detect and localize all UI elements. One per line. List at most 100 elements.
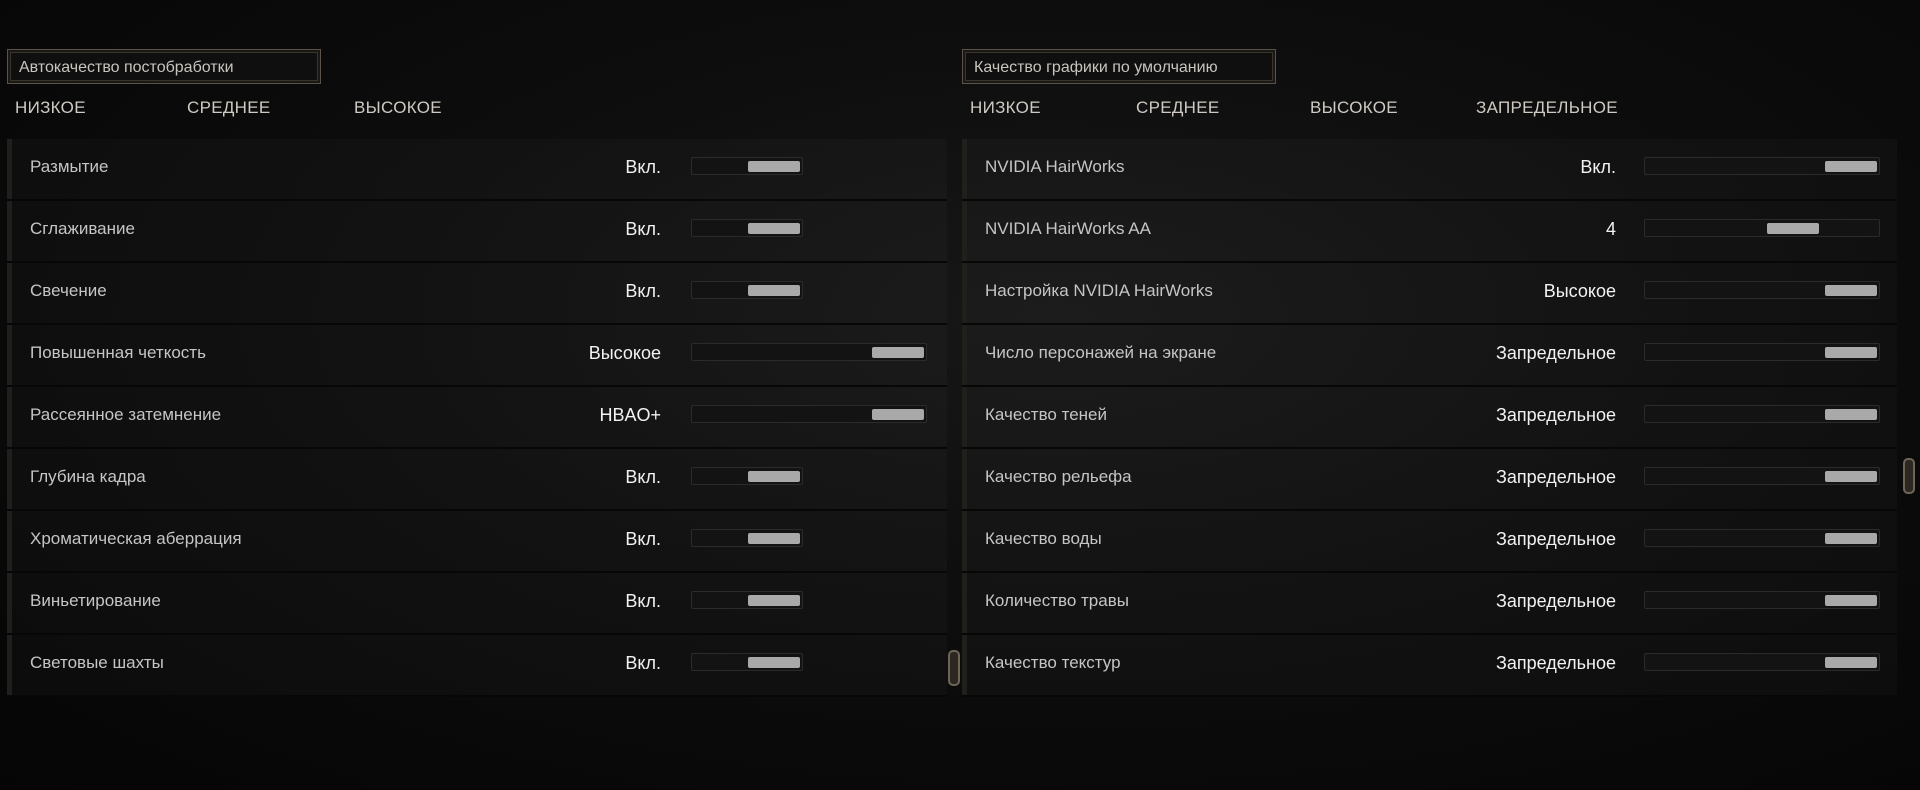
setting-slider[interactable]	[691, 157, 803, 175]
setting-slider[interactable]	[691, 591, 803, 609]
slider-handle[interactable]	[748, 161, 800, 172]
setting-label: Виньетирование	[30, 591, 161, 610]
setting-slider[interactable]	[691, 405, 927, 423]
setting-label: Качество воды	[985, 529, 1102, 548]
setting-row[interactable]: Световые шахты Вкл.	[7, 635, 947, 697]
slider-handle[interactable]	[872, 347, 924, 358]
setting-slider[interactable]	[1644, 591, 1880, 609]
setting-label: Число персонажей на экране	[985, 343, 1217, 362]
slider-handle[interactable]	[872, 409, 924, 420]
slider-handle[interactable]	[748, 285, 800, 296]
setting-slider[interactable]	[1644, 405, 1880, 423]
setting-label: Глубина кадра	[30, 467, 146, 486]
slider-handle[interactable]	[1825, 471, 1877, 482]
slider-handle[interactable]	[748, 657, 800, 668]
row-accent-bar	[962, 263, 967, 323]
setting-label: Сглаживание	[30, 219, 135, 238]
slider-handle[interactable]	[1825, 595, 1877, 606]
setting-slider[interactable]	[1644, 653, 1880, 671]
setting-row[interactable]: Свечение Вкл.	[7, 263, 947, 325]
setting-slider[interactable]	[1644, 343, 1880, 361]
slider-handle[interactable]	[1825, 657, 1877, 668]
setting-label: Качество текстур	[985, 653, 1121, 672]
setting-value: Вкл.	[625, 157, 661, 177]
setting-slider[interactable]	[1644, 157, 1880, 175]
setting-value: Запредельное	[1495, 529, 1616, 549]
slider-handle[interactable]	[1767, 223, 1819, 234]
setting-label: Световые шахты	[30, 653, 164, 672]
setting-label: Размытие	[30, 157, 109, 176]
setting-value: HBAO+	[599, 405, 661, 425]
preset-level-high[interactable]: ВЫСОКОЕ	[354, 98, 442, 118]
preset-level-ultra[interactable]: ЗАПРЕДЕЛЬНОЕ	[1476, 98, 1618, 118]
setting-value: Вкл.	[625, 653, 661, 673]
setting-value: Вкл.	[625, 281, 661, 301]
row-accent-bar	[7, 449, 12, 509]
setting-slider[interactable]	[1644, 281, 1880, 299]
setting-value: Высокое	[588, 343, 661, 363]
preset-level-medium[interactable]: СРЕДНЕЕ	[187, 98, 271, 118]
row-accent-bar	[7, 387, 12, 447]
preset-level-medium[interactable]: СРЕДНЕЕ	[1136, 98, 1220, 118]
setting-row[interactable]: Хроматическая аберрация Вкл.	[7, 511, 947, 573]
setting-row[interactable]: Качество текстур Запредельное	[962, 635, 1897, 697]
preset-level-low[interactable]: НИЗКОЕ	[15, 98, 86, 118]
setting-row[interactable]: NVIDIA HairWorks AA 4	[962, 201, 1897, 263]
slider-handle[interactable]	[748, 595, 800, 606]
preset-level-low[interactable]: НИЗКОЕ	[970, 98, 1041, 118]
row-accent-bar	[962, 635, 967, 695]
setting-value: Вкл.	[625, 219, 661, 239]
setting-slider[interactable]	[1644, 529, 1880, 547]
slider-handle[interactable]	[1825, 161, 1877, 172]
setting-row[interactable]: Рассеянное затемнение HBAO+	[7, 387, 947, 449]
setting-label: Качество рельефа	[985, 467, 1132, 486]
setting-slider[interactable]	[691, 343, 927, 361]
row-accent-bar	[962, 139, 967, 199]
setting-row[interactable]: Число персонажей на экране Запредельное	[962, 325, 1897, 387]
slider-handle[interactable]	[748, 533, 800, 544]
setting-row[interactable]: Повышенная четкость Высокое	[7, 325, 947, 387]
setting-slider[interactable]	[691, 467, 803, 485]
left-scrollbar-thumb[interactable]	[948, 650, 960, 686]
setting-value: Запредельное	[1495, 653, 1616, 673]
setting-row[interactable]: NVIDIA HairWorks Вкл.	[962, 139, 1897, 201]
row-accent-bar	[962, 511, 967, 571]
setting-row[interactable]: Качество теней Запредельное	[962, 387, 1897, 449]
row-accent-bar	[962, 201, 967, 261]
setting-value: Вкл.	[625, 467, 661, 487]
setting-label: NVIDIA HairWorks	[985, 157, 1125, 176]
setting-value: Высокое	[1543, 281, 1616, 301]
row-accent-bar	[7, 139, 12, 199]
setting-row[interactable]: Сглаживание Вкл.	[7, 201, 947, 263]
setting-row[interactable]: Количество травы Запредельное	[962, 573, 1897, 635]
setting-row[interactable]: Настройка NVIDIA HairWorks Высокое	[962, 263, 1897, 325]
slider-handle[interactable]	[1825, 533, 1877, 544]
setting-row[interactable]: Размытие Вкл.	[7, 139, 947, 201]
right-scrollbar-thumb[interactable]	[1903, 458, 1915, 494]
slider-handle[interactable]	[1825, 409, 1877, 420]
slider-handle[interactable]	[1825, 347, 1877, 358]
row-accent-bar	[962, 573, 967, 633]
setting-slider[interactable]	[1644, 219, 1880, 237]
slider-handle[interactable]	[748, 471, 800, 482]
row-accent-bar	[7, 201, 12, 261]
setting-slider[interactable]	[691, 281, 803, 299]
setting-value: Вкл.	[1580, 157, 1616, 177]
postprocessing-preset-dropdown[interactable]: Автокачество постобработки	[7, 49, 321, 84]
setting-row[interactable]: Виньетирование Вкл.	[7, 573, 947, 635]
graphics-preset-dropdown[interactable]: Качество графики по умолчанию	[962, 49, 1276, 84]
setting-row[interactable]: Качество рельефа Запредельное	[962, 449, 1897, 511]
slider-handle[interactable]	[748, 223, 800, 234]
row-accent-bar	[962, 325, 967, 385]
setting-slider[interactable]	[1644, 467, 1880, 485]
setting-slider[interactable]	[691, 653, 803, 671]
setting-value: 4	[1605, 219, 1616, 239]
setting-slider[interactable]	[691, 219, 803, 237]
setting-label: Настройка NVIDIA HairWorks	[985, 281, 1213, 300]
setting-row[interactable]: Глубина кадра Вкл.	[7, 449, 947, 511]
setting-label: Рассеянное затемнение	[30, 405, 222, 424]
setting-row[interactable]: Качество воды Запредельное	[962, 511, 1897, 573]
setting-slider[interactable]	[691, 529, 803, 547]
slider-handle[interactable]	[1825, 285, 1877, 296]
preset-level-high[interactable]: ВЫСОКОЕ	[1310, 98, 1398, 118]
